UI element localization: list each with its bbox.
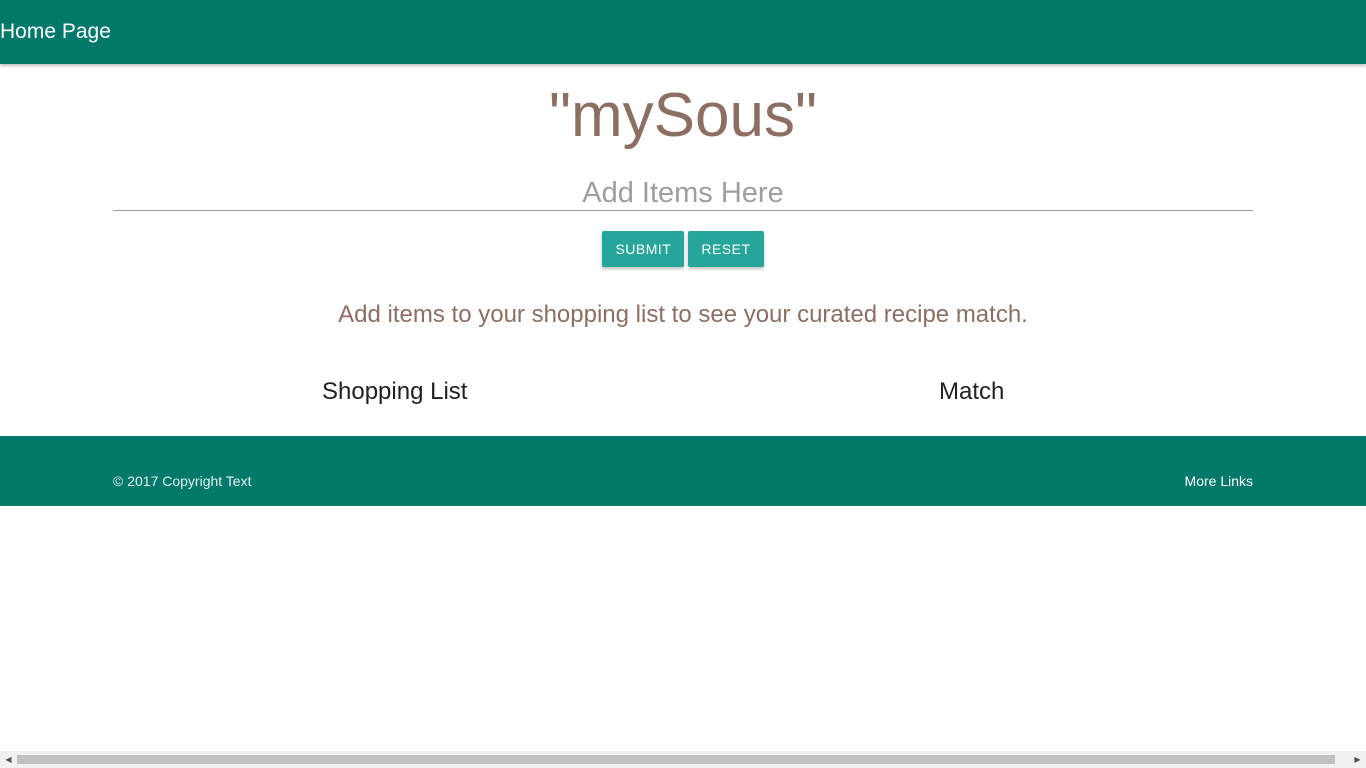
more-links-link[interactable]: More Links xyxy=(1185,473,1253,489)
page-title: "mySous" xyxy=(549,81,817,150)
home-page-link[interactable]: Home Page xyxy=(0,0,111,64)
instruction-text: Add items to your shopping list to see y… xyxy=(338,301,1028,328)
button-row: SUBMIT RESET xyxy=(0,231,1366,267)
add-items-input[interactable] xyxy=(113,176,1253,211)
submit-button[interactable]: SUBMIT xyxy=(602,231,685,267)
horizontal-scrollbar[interactable]: ◀ ▶ xyxy=(0,751,1366,768)
scrollbar-thumb[interactable] xyxy=(17,755,1335,764)
chevron-left-icon[interactable]: ◀ xyxy=(0,751,17,768)
reset-button[interactable]: RESET xyxy=(688,231,764,267)
chevron-right-icon[interactable]: ▶ xyxy=(1349,751,1366,768)
page-footer: © 2017 Copyright Text More Links xyxy=(0,436,1366,506)
match-heading: Match xyxy=(939,378,1005,405)
top-navbar: Home Page xyxy=(0,0,1366,64)
shopping-list-heading: Shopping List xyxy=(322,378,468,405)
copyright-text: © 2017 Copyright Text xyxy=(113,473,252,489)
